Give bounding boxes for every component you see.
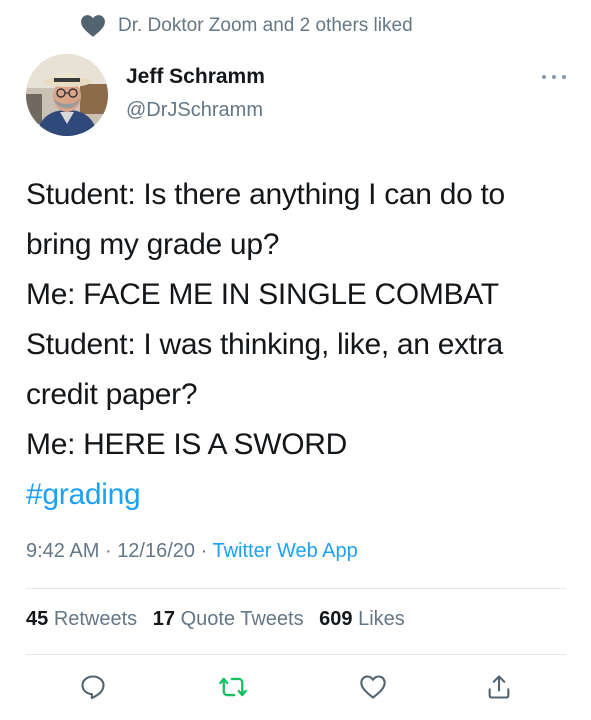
user-handle[interactable]: @DrJSchramm <box>126 96 265 124</box>
display-name[interactable]: Jeff Schramm <box>126 64 265 90</box>
share-icon <box>488 675 510 699</box>
likes-count: 609 <box>319 608 353 630</box>
quote-tweets-stat[interactable]: 17 Quote Tweets <box>153 608 309 630</box>
heart-outline-icon <box>360 675 386 699</box>
speech-bubble-icon <box>81 675 105 700</box>
tweet-source[interactable]: Twitter Web App <box>212 540 357 562</box>
tweet-line: Me: HERE IS A SWORD <box>26 428 348 461</box>
social-context-text: Dr. Doktor Zoom and 2 others liked <box>118 15 413 36</box>
tweet-line: Student: I was thinking, like, an extra <box>26 328 503 361</box>
heart-icon <box>81 15 105 37</box>
like-button[interactable] <box>356 670 390 704</box>
social-context: Dr. Doktor Zoom and 2 others liked <box>80 14 413 38</box>
divider <box>26 654 566 655</box>
divider <box>26 588 566 589</box>
more-options-icon[interactable] <box>542 72 566 82</box>
tweet-header: Jeff Schramm @DrJSchramm <box>26 54 566 138</box>
tweet-line: bring my grade up? <box>26 228 280 261</box>
meta-separator: · <box>200 540 208 562</box>
tweet-line: credit paper? <box>26 378 198 411</box>
likes-label: Likes <box>358 608 405 630</box>
retweets-stat[interactable]: 45 Retweets <box>26 608 143 630</box>
tweet-line: Me: FACE ME IN SINGLE COMBAT <box>26 278 499 311</box>
quotes-label: Quote Tweets <box>180 608 304 630</box>
retweet-button[interactable] <box>216 670 250 704</box>
tweet-actions <box>26 670 566 704</box>
tweet-meta: 9:42 AM · 12/16/20 · Twitter Web App <box>26 540 358 563</box>
retweets-count: 45 <box>26 608 49 630</box>
avatar[interactable] <box>26 54 108 136</box>
meta-separator: · <box>104 540 112 562</box>
tweet-time[interactable]: 9:42 AM <box>26 540 99 562</box>
tweet-stats: 45 Retweets 17 Quote Tweets 609 Likes <box>26 608 415 631</box>
tweet-date[interactable]: 12/16/20 <box>117 540 195 562</box>
retweet-icon <box>219 677 247 697</box>
retweets-label: Retweets <box>53 608 138 630</box>
tweet-text: Student: Is there anything I can do to b… <box>26 170 571 520</box>
share-button[interactable] <box>482 670 516 704</box>
tweet-line: Student: Is there anything I can do to <box>26 178 505 211</box>
hashtag-link[interactable]: #grading <box>26 470 571 520</box>
likes-stat[interactable]: 609 Likes <box>319 608 405 630</box>
quotes-count: 17 <box>152 608 175 630</box>
reply-button[interactable] <box>76 670 110 704</box>
